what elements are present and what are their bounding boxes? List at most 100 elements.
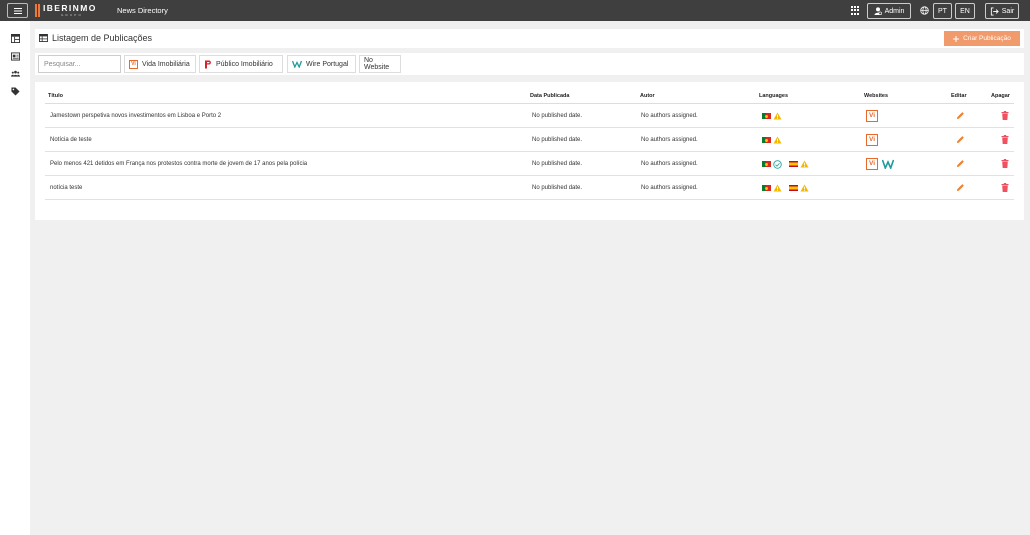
lang-en-label: EN bbox=[960, 7, 970, 15]
row-languages bbox=[762, 183, 809, 193]
brand-logo[interactable]: IBERINMO GRUPO bbox=[35, 4, 97, 18]
delete-icon[interactable] bbox=[1001, 111, 1009, 120]
sidebar bbox=[0, 21, 30, 535]
row-title: Notícia de teste bbox=[50, 137, 92, 143]
col-edit: Editar bbox=[951, 93, 967, 99]
publications-table: Título Data Publicada Autor Languages We… bbox=[35, 82, 1024, 220]
pt-flag-icon[interactable] bbox=[762, 185, 771, 191]
logout-icon bbox=[990, 6, 999, 16]
lang-en-button[interactable]: EN bbox=[955, 3, 975, 19]
row-languages bbox=[762, 135, 782, 145]
create-publication-label: Criar Publicação bbox=[963, 35, 1011, 42]
lang-pt-button[interactable]: PT bbox=[933, 3, 952, 19]
menu-button[interactable] bbox=[7, 3, 28, 18]
warning-icon bbox=[773, 184, 782, 192]
logo-bars-icon bbox=[35, 4, 40, 17]
col-delete: Apagar bbox=[991, 93, 1010, 99]
row-date: No published date. bbox=[532, 137, 583, 143]
table-row: Pelo menos 421 detidos em França nos pro… bbox=[45, 152, 1014, 176]
vida-imobiliaria-logo-icon: Vi bbox=[866, 133, 878, 146]
top-bar: IBERINMO GRUPO News Directory Admin PT E… bbox=[0, 0, 1030, 21]
wire-portugal-logo-icon bbox=[882, 159, 894, 169]
filter-label: Vida Imobiliária bbox=[142, 60, 190, 68]
pt-flag-icon[interactable] bbox=[762, 137, 771, 143]
page-title: Listagem de Publicações bbox=[52, 33, 153, 43]
page-header: Listagem de Publicações Criar Publicação bbox=[35, 29, 1024, 48]
pt-flag-icon[interactable] bbox=[762, 161, 771, 167]
filter-wire-portugal[interactable]: Wire Portugal bbox=[287, 55, 356, 73]
warning-icon bbox=[773, 112, 782, 120]
wire-portugal-logo-icon bbox=[292, 60, 302, 68]
lang-pt-label: PT bbox=[938, 7, 947, 15]
col-websites: Websites bbox=[864, 93, 889, 99]
table-row: Notícia de teste No published date. No a… bbox=[45, 128, 1014, 152]
brand-name: IBERINMO bbox=[43, 3, 97, 13]
row-title: notícia teste bbox=[50, 185, 83, 191]
row-websites: Vi bbox=[866, 109, 878, 122]
authors-icon[interactable] bbox=[11, 69, 20, 78]
list-icon bbox=[39, 34, 48, 42]
es-flag-icon[interactable] bbox=[789, 161, 798, 167]
admin-button[interactable]: Admin bbox=[867, 3, 911, 19]
row-author: No authors assigned. bbox=[641, 185, 698, 191]
filter-label: Público Imobiliário bbox=[216, 60, 273, 68]
warning-icon bbox=[800, 184, 809, 192]
row-websites: Vi bbox=[866, 133, 878, 146]
search-input[interactable] bbox=[38, 55, 121, 73]
filter-publico-imobiliario[interactable]: Público Imobiliário bbox=[199, 55, 283, 73]
check-icon bbox=[773, 159, 782, 169]
filter-label: Wire Portugal bbox=[306, 60, 349, 68]
hamburger-icon bbox=[13, 7, 22, 14]
delete-icon[interactable] bbox=[1001, 159, 1009, 168]
row-author: No authors assigned. bbox=[641, 137, 698, 143]
edit-icon[interactable] bbox=[956, 183, 965, 192]
table-header: Título Data Publicada Autor Languages We… bbox=[45, 92, 1014, 104]
edit-icon[interactable] bbox=[956, 111, 965, 120]
table-row: notícia teste No published date. No auth… bbox=[45, 176, 1014, 200]
create-publication-button[interactable]: Criar Publicação bbox=[944, 31, 1020, 46]
edit-icon[interactable] bbox=[956, 159, 965, 168]
row-author: No authors assigned. bbox=[641, 113, 698, 119]
filter-no-website[interactable]: No Website bbox=[359, 55, 401, 73]
news-icon[interactable] bbox=[11, 52, 20, 61]
col-title[interactable]: Título bbox=[48, 93, 63, 99]
table-row: Jamestown perspetiva novos investimentos… bbox=[45, 104, 1014, 128]
warning-icon bbox=[773, 136, 782, 144]
logout-label: Sair bbox=[1001, 7, 1015, 15]
globe-icon bbox=[920, 6, 929, 15]
delete-icon[interactable] bbox=[1001, 183, 1009, 192]
row-author: No authors assigned. bbox=[641, 161, 698, 167]
vida-imobiliaria-logo-icon: Vi bbox=[866, 109, 878, 122]
row-title: Pelo menos 421 detidos em França nos pro… bbox=[50, 161, 308, 167]
publico-logo-icon bbox=[205, 60, 211, 68]
app-title: News Directory bbox=[117, 6, 168, 15]
delete-icon[interactable] bbox=[1001, 135, 1009, 144]
pt-flag-icon[interactable] bbox=[762, 113, 771, 119]
plus-icon bbox=[953, 35, 960, 42]
col-author[interactable]: Autor bbox=[640, 93, 655, 99]
warning-icon bbox=[800, 160, 809, 168]
admin-label: Admin bbox=[884, 7, 905, 15]
apps-grid-icon[interactable] bbox=[851, 6, 860, 15]
row-date: No published date. bbox=[532, 185, 583, 191]
logout-button[interactable]: Sair bbox=[985, 3, 1019, 19]
row-date: No published date. bbox=[532, 113, 583, 119]
filter-vida-imobiliaria[interactable]: Vi Vida Imobiliária bbox=[124, 55, 196, 73]
col-date[interactable]: Data Publicada bbox=[530, 93, 569, 99]
filter-label: No Website bbox=[364, 57, 390, 71]
filter-bar: Vi Vida Imobiliária Público Imobiliário … bbox=[35, 53, 1024, 75]
vida-imobiliaria-logo-icon: Vi bbox=[129, 59, 138, 69]
row-date: No published date. bbox=[532, 161, 583, 167]
row-title: Jamestown perspetiva novos investimentos… bbox=[50, 113, 222, 119]
es-flag-icon[interactable] bbox=[789, 185, 798, 191]
tag-icon[interactable] bbox=[11, 87, 20, 96]
row-languages bbox=[762, 111, 782, 121]
brand-sub: GRUPO bbox=[61, 13, 84, 17]
col-languages: Languages bbox=[759, 93, 789, 99]
row-languages bbox=[762, 159, 809, 169]
vida-imobiliaria-logo-icon: Vi bbox=[866, 157, 878, 170]
admin-user-icon bbox=[874, 7, 882, 15]
edit-icon[interactable] bbox=[956, 135, 965, 144]
dashboard-icon[interactable] bbox=[11, 34, 20, 43]
row-websites: Vi bbox=[866, 157, 894, 170]
